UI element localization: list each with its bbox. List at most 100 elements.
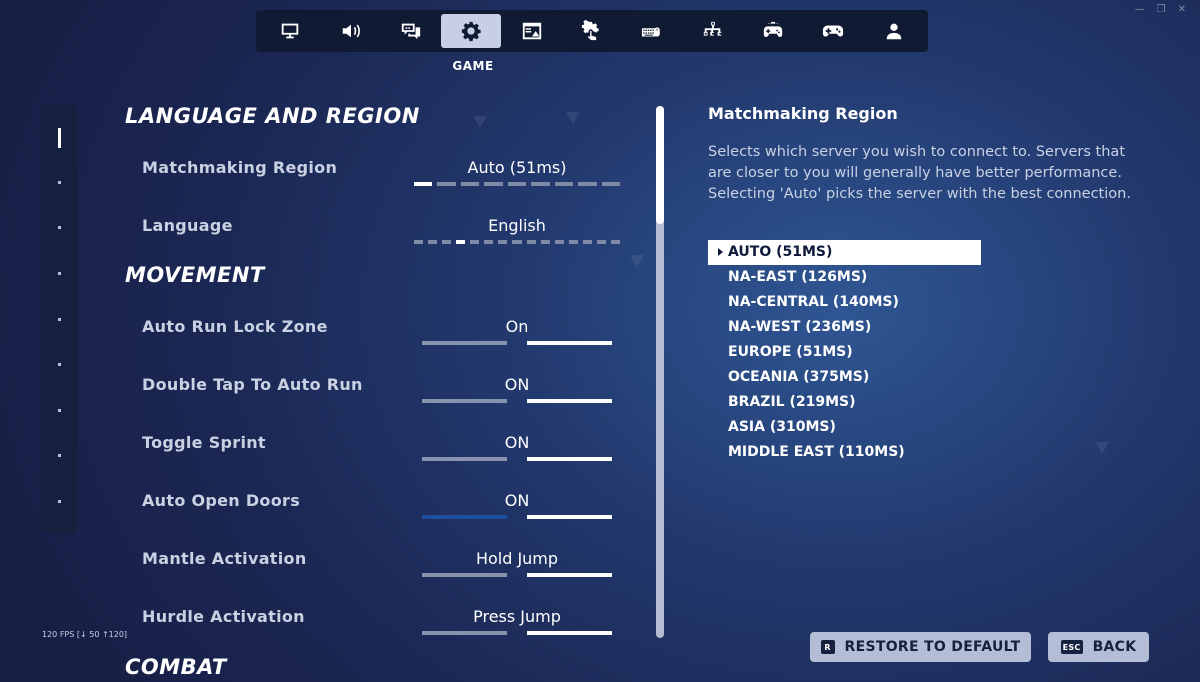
tab-game-ui[interactable] [501,14,561,48]
tab-keyboard-mouse[interactable] [622,14,682,48]
region-option[interactable]: EUROPE (51MS) [708,340,981,365]
option-segment [484,240,494,244]
maximize-button[interactable]: ❐ [1157,4,1166,15]
speaker-icon [342,24,360,38]
option-segment [442,240,452,244]
rail-item[interactable] [40,217,78,237]
toggle-sprint-toggle[interactable] [422,457,612,461]
option-segment [507,182,527,186]
option-segment [456,240,466,244]
setting-value-hurdle-activation[interactable]: Press Jump [412,607,622,626]
setting-value-auto-open-doors[interactable]: ON [412,491,622,510]
language-option-bar[interactable] [414,240,620,244]
setting-label-toggle-sprint: Toggle Sprint [142,433,266,452]
touch-gear-icon [581,20,599,41]
back-button[interactable]: ESC BACK [1048,632,1149,662]
settings-scrollbar[interactable] [656,106,664,638]
tab-game[interactable] [441,14,502,48]
region-option[interactable]: ASIA (310MS) [708,415,981,440]
setting-value-toggle-sprint[interactable]: ON [412,433,622,452]
setting-label-double-tap-auto-run: Double Tap To Auto Run [142,375,363,394]
setting-value-mantle-activation[interactable]: Hold Jump [412,549,622,568]
region-option[interactable]: NA-EAST (126MS) [708,265,981,290]
close-button[interactable]: ✕ [1178,4,1186,15]
tab-controller[interactable] [803,14,863,48]
region-option[interactable]: NA-CENTRAL (140MS) [708,290,981,315]
controller-gear-icon [763,21,783,37]
option-segment [512,240,522,244]
keyboard-mouse-icon [642,27,661,37]
fps-readout: 120 FPS [↓ 50 ↑120] [42,630,128,639]
region-option[interactable]: AUTO (51MS) [708,240,981,265]
rail-active-indicator [57,128,61,148]
mantle-activation-selector[interactable] [422,573,612,577]
setting-value-auto-run-lock-zone[interactable]: On [412,317,622,336]
option-segment [498,240,508,244]
auto-run-lock-zone-toggle[interactable] [422,341,612,345]
restore-to-default-button[interactable]: R RESTORE TO DEFAULT [810,632,1031,662]
option-segment [610,240,620,244]
option-segment [568,240,578,244]
minimize-button[interactable]: — [1135,4,1145,15]
tab-account[interactable] [864,14,924,48]
rail-item[interactable] [40,309,78,329]
setting-value-language[interactable]: English [412,216,622,235]
rail-item[interactable] [40,354,78,374]
controller-icon [823,25,844,37]
gear-icon [462,21,481,42]
setting-value-double-tap-auto-run[interactable]: ON [412,375,622,394]
rail-item[interactable] [40,445,78,465]
info-description: Selects which server you wish to connect… [708,144,1131,202]
option-segment [601,182,620,186]
setting-value-matchmaking-region[interactable]: Auto (51ms) [412,158,622,177]
hud-icon [522,22,541,40]
option-segment [437,182,456,186]
option-segment [460,182,480,186]
tab-touch[interactable] [562,14,622,48]
network-icon [703,21,721,36]
region-option[interactable]: MIDDLE EAST (110MS) [708,440,981,465]
background-triangle [1095,442,1109,454]
tab-controller-network[interactable] [683,14,743,48]
option-segment [578,182,597,186]
setting-label-mantle-activation: Mantle Activation [142,549,307,568]
tab-controller-settings[interactable] [743,14,803,48]
setting-label-hurdle-activation: Hurdle Activation [142,607,305,626]
setting-label-auto-run-lock-zone: Auto Run Lock Zone [142,317,328,336]
rail-item[interactable] [40,172,78,192]
active-tab-caption: GAME [452,59,494,73]
section-heading-movement: MOVEMENT [125,263,265,287]
rail-item[interactable] [40,263,78,283]
tab-accessibility[interactable] [381,14,441,48]
rail-item[interactable] [40,400,78,420]
selected-arrow-icon [718,248,723,256]
tab-audio[interactable] [320,14,380,48]
region-option[interactable]: BRAZIL (219MS) [708,390,981,415]
restore-to-default-label: RESTORE TO DEFAULT [844,639,1021,655]
region-option[interactable]: OCEANIA (375MS) [708,365,981,390]
region-list: AUTO (51MS) NA-EAST (126MS) NA-CENTRAL (… [708,240,981,465]
option-segment [596,240,606,244]
info-title: Matchmaking Region [708,104,898,123]
hurdle-activation-selector[interactable] [422,631,612,635]
window-controls: — ❐ ✕ [1135,4,1186,15]
option-segment [554,182,574,186]
option-segment [554,240,564,244]
option-segment [531,182,550,186]
tab-video[interactable] [260,14,320,48]
background-triangle [630,255,644,267]
scrollbar-thumb[interactable] [656,106,664,224]
background-triangle [566,112,580,124]
background-triangle [473,116,487,128]
setting-label-matchmaking-region: Matchmaking Region [142,158,338,177]
option-segment [414,182,433,186]
option-segment [414,240,424,244]
region-option[interactable]: NA-WEST (236MS) [708,315,981,340]
option-segment [526,240,536,244]
rail-item-language-region[interactable] [40,128,78,148]
rail-item[interactable] [40,491,78,511]
matchmaking-region-option-bar[interactable] [414,182,620,186]
settings-tab-bar [256,10,928,52]
double-tap-auto-run-toggle[interactable] [422,399,612,403]
auto-open-doors-toggle[interactable] [422,515,612,519]
